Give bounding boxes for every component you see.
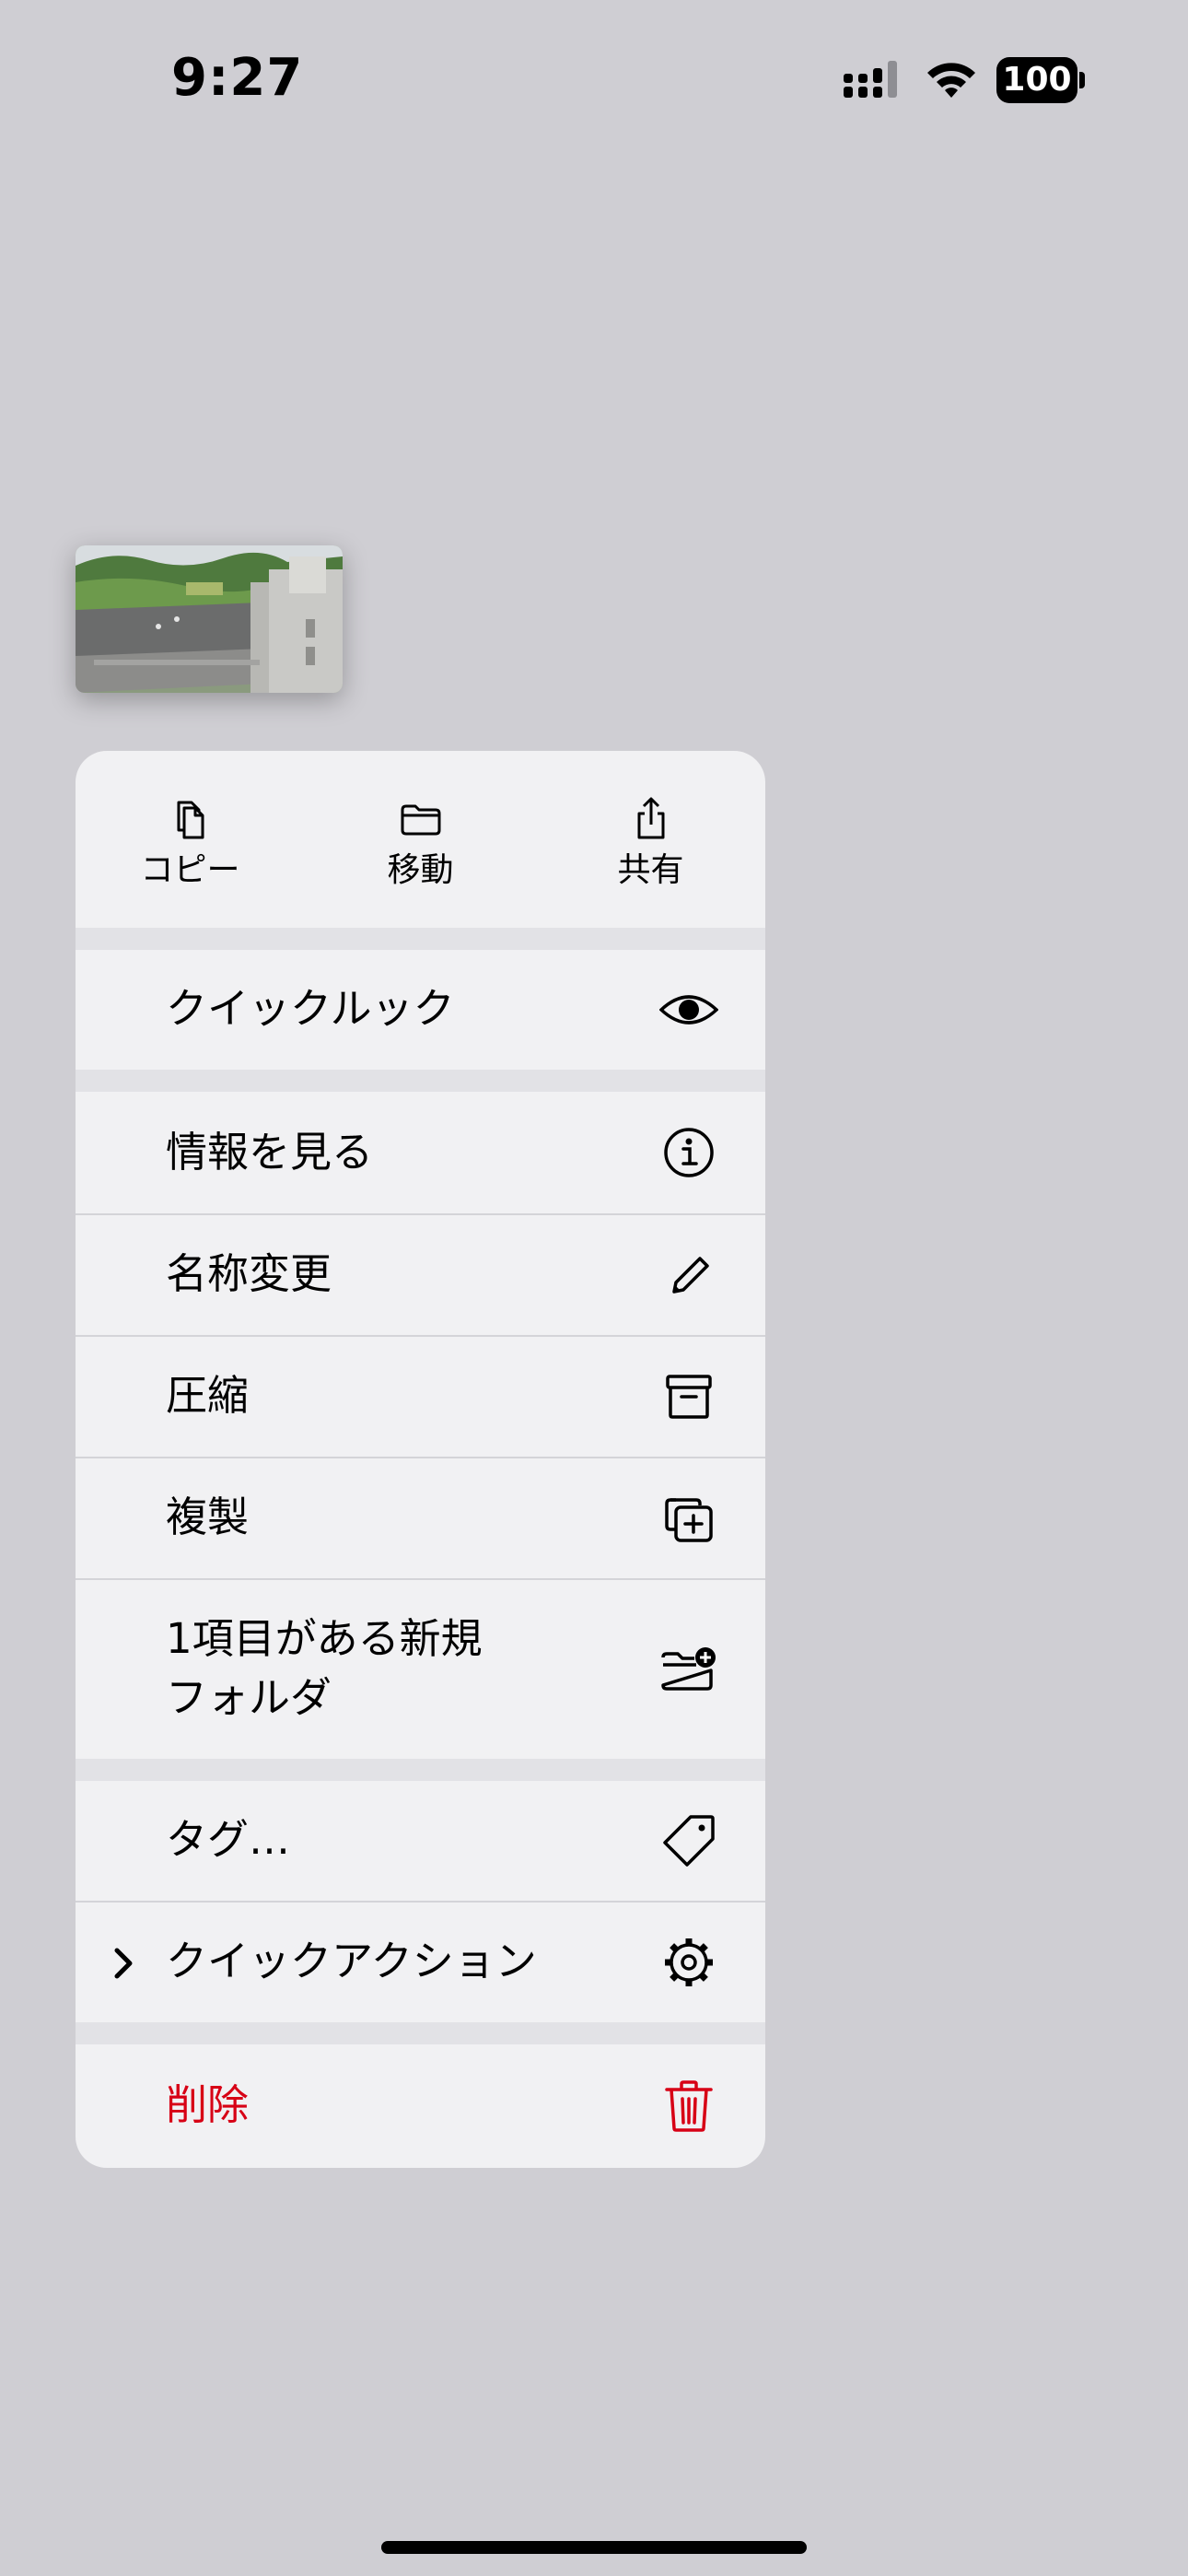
- photo-thumbnail[interactable]: [76, 545, 343, 693]
- section-separator: [76, 1759, 765, 1781]
- archive-box-icon: [666, 1375, 712, 1419]
- status-time: 9:27: [171, 48, 304, 108]
- menu-item-tags[interactable]: タグ…: [76, 1781, 765, 1901]
- new-folder-label-line2: フォルダ: [166, 1673, 332, 1722]
- rename-label: 名称変更: [166, 1249, 332, 1298]
- tag-icon: [663, 1815, 715, 1867]
- copy-button[interactable]: コピー: [76, 751, 305, 928]
- trash-icon: [665, 2080, 713, 2132]
- pencil-icon: [672, 1257, 709, 1294]
- menu-item-rename[interactable]: 名称変更: [76, 1215, 765, 1335]
- menu-item-new-folder-with-item[interactable]: 1項目がある新規 フォルダ: [76, 1580, 765, 1759]
- menu-item-duplicate[interactable]: 複製: [76, 1458, 765, 1578]
- menu-item-quick-actions[interactable]: クイックアクション: [76, 1903, 765, 2022]
- quick-actions-label: クイックアクション: [166, 1937, 537, 1985]
- get-info-label: 情報を見る: [166, 1128, 374, 1177]
- home-indicator[interactable]: [381, 2541, 807, 2554]
- duplicate-plus-icon: [665, 1498, 713, 1542]
- menu-item-compress[interactable]: 圧縮: [76, 1337, 765, 1457]
- quicklook-label: クイックルック: [166, 984, 455, 1033]
- info-icon: [664, 1128, 714, 1177]
- section-separator: [76, 1070, 765, 1092]
- wifi-icon: [927, 63, 975, 98]
- context-menu: コピー 移動 共有 クイックルック 情報を見る 名称変更 圧縮 複製 1項目があ…: [76, 751, 765, 2168]
- menu-item-delete[interactable]: 削除: [76, 2044, 765, 2168]
- section-separator: [76, 928, 765, 950]
- share-icon: [637, 797, 665, 839]
- menu-top-actions: コピー 移動 共有: [76, 751, 765, 928]
- folder-icon: [401, 804, 441, 836]
- photo-image: [76, 545, 343, 693]
- delete-label: 削除: [166, 2080, 250, 2129]
- gear-icon: [665, 1938, 713, 1986]
- tags-label: タグ…: [166, 1815, 291, 1864]
- chevron-right-icon: [114, 1948, 133, 1979]
- compress-label: 圧縮: [166, 1371, 250, 1420]
- share-button[interactable]: 共有: [536, 751, 765, 928]
- duplicate-label: 複製: [166, 1493, 250, 1541]
- menu-item-get-info[interactable]: 情報を見る: [76, 1092, 765, 1213]
- battery-level: 100: [996, 57, 1077, 103]
- folder-badge-plus-icon: [661, 1647, 716, 1691]
- battery-icon: 100: [996, 57, 1085, 103]
- menu-item-quicklook[interactable]: クイックルック: [76, 950, 765, 1070]
- copy-label: コピー: [140, 851, 240, 889]
- copy-icon: [177, 801, 204, 839]
- move-button[interactable]: 移動: [306, 751, 535, 928]
- new-folder-label-line1: 1項目がある新規: [166, 1614, 483, 1663]
- section-separator: [76, 2022, 765, 2044]
- share-label: 共有: [617, 851, 684, 889]
- move-label: 移動: [387, 851, 454, 889]
- eye-icon: [659, 995, 718, 1025]
- cellular-signal-icon: [844, 61, 897, 98]
